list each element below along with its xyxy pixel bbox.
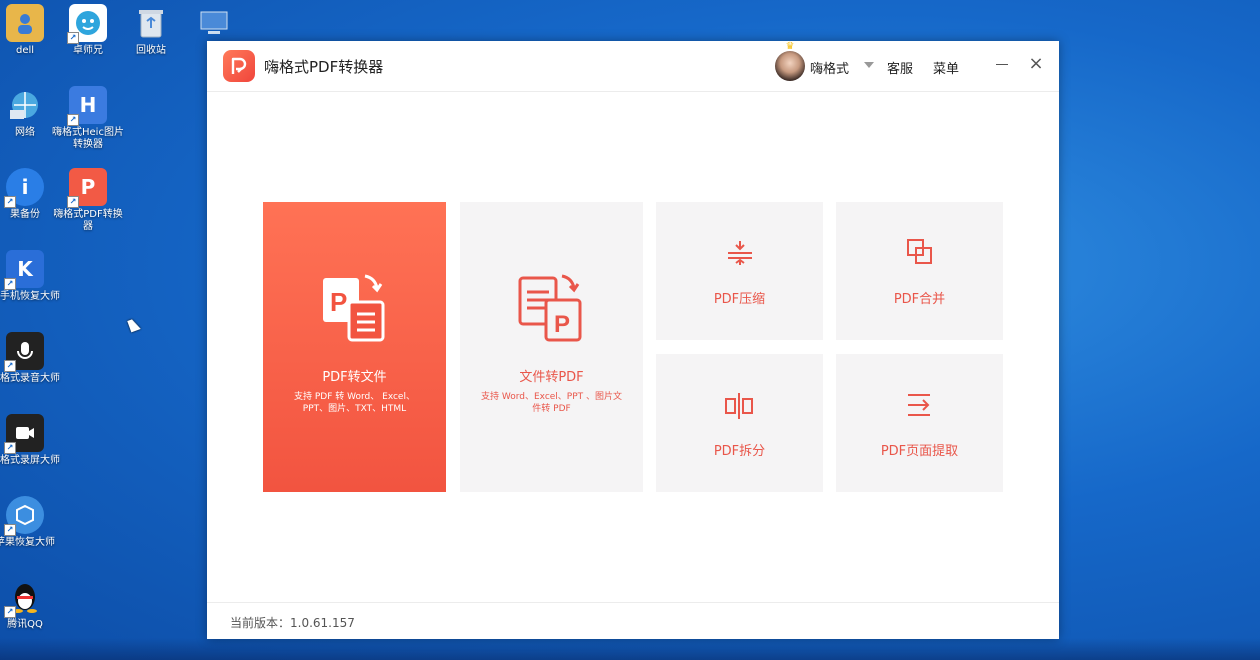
- username[interactable]: 嗨格式: [810, 58, 849, 77]
- info-shield-icon: i ↗: [4, 168, 44, 208]
- folder-icon: [6, 4, 44, 42]
- tile-description: 支持 PDF 转 Word、 Excel、PPT、图片、TXT、HTML: [294, 392, 415, 414]
- desktop-icon-label: 嗨格式录音大师: [0, 373, 60, 384]
- version-label: 当前版本：1.0.61.157: [230, 616, 355, 630]
- tile-pdf-merge[interactable]: PDF合并: [836, 202, 1003, 340]
- desktop-icon-phone-recovery[interactable]: K ↗ 心手机恢复大师: [0, 250, 63, 303]
- tile-pdf-compress[interactable]: PDF压缩: [656, 202, 823, 340]
- main-content: P PDF转文件 支持 PDF 转 Word、 Excel、PPT、图片、TXT…: [207, 92, 1059, 602]
- file-to-pdf-icon: P: [518, 274, 586, 348]
- desktop-icon-label: 腾讯QQ: [7, 619, 43, 630]
- status-footer: 当前版本：1.0.61.157: [207, 602, 1059, 639]
- app-title: 嗨格式PDF转换器: [264, 58, 384, 76]
- user-avatar[interactable]: [775, 51, 805, 81]
- customer-service-button[interactable]: 客服: [887, 58, 913, 77]
- k-app-icon: K ↗: [4, 250, 44, 290]
- desktop-icon-pdf-converter[interactable]: P ↗ 嗨格式PDF转换器: [50, 168, 126, 233]
- desktop-icon-label: 嗨格式录屏大师: [0, 455, 60, 466]
- tile-title: PDF合并: [893, 292, 946, 307]
- pdf-to-file-icon: P: [321, 274, 389, 348]
- penguin-icon: ↗: [4, 578, 44, 618]
- svg-text:P: P: [330, 287, 347, 317]
- tile-title: PDF压缩: [713, 292, 766, 307]
- tile-pdf-to-file[interactable]: P PDF转文件 支持 PDF 转 Word、 Excel、PPT、图片、TXT…: [263, 202, 446, 492]
- chevron-down-icon[interactable]: [864, 62, 874, 68]
- close-button[interactable]: ×: [1027, 55, 1045, 73]
- desktop-icon-label: 心手机恢复大师: [0, 291, 60, 302]
- desktop-icon-heic-converter[interactable]: H ↗ 嗨格式Heic图片转换器: [50, 86, 126, 151]
- title-bar[interactable]: 嗨格式PDF转换器 ♛ 嗨格式 客服 菜单 ×: [207, 41, 1059, 92]
- menu-button[interactable]: 菜单: [933, 58, 959, 77]
- tile-description: 支持 Word、Excel、PPT 、图片文件转 PDF: [480, 392, 623, 414]
- tile-title: PDF拆分: [713, 444, 766, 459]
- app-logo-icon: [223, 50, 255, 82]
- tile-title: PDF页面提取: [880, 444, 959, 459]
- microphone-icon: ↗: [4, 332, 44, 372]
- crown-icon: ♛: [785, 41, 795, 52]
- desktop-icon-qq[interactable]: ↗ 腾讯QQ: [0, 578, 63, 631]
- mascot-icon: ↗: [67, 4, 107, 44]
- desktop-icon-apple-recovery[interactable]: ↗ 苹果恢复大师: [0, 496, 63, 549]
- compress-icon: [726, 240, 754, 270]
- desktop-icon-audio-recorder[interactable]: ↗ 嗨格式录音大师: [0, 332, 63, 385]
- extract-icon: [906, 392, 934, 422]
- heic-app-icon: H ↗: [67, 86, 107, 126]
- pdf-converter-window: 嗨格式PDF转换器 ♛ 嗨格式 客服 菜单 × P PDF转文件 支持 PDF …: [207, 41, 1059, 639]
- tile-title: 文件转PDF: [519, 370, 584, 385]
- camera-icon: ↗: [4, 414, 44, 454]
- network-icon: [6, 86, 44, 124]
- recycle-bin-icon: [132, 4, 170, 42]
- tile-pdf-split[interactable]: PDF拆分: [656, 354, 823, 492]
- taskbar: [0, 638, 1260, 660]
- cube-icon: ↗: [4, 496, 44, 536]
- minimize-button[interactable]: [996, 64, 1008, 65]
- tile-pdf-extract[interactable]: PDF页面提取: [836, 354, 1003, 492]
- split-icon: [724, 392, 754, 424]
- tile-file-to-pdf[interactable]: P 文件转PDF 支持 Word、Excel、PPT 、图片文件转 PDF: [460, 202, 643, 492]
- pdf-app-icon: P ↗: [67, 168, 107, 208]
- computer-icon: [195, 4, 233, 42]
- tile-title: PDF转文件: [322, 370, 387, 385]
- desktop-icon-label: 嗨格式Heic图片转换器: [52, 127, 124, 150]
- svg-text:P: P: [554, 311, 570, 338]
- desktop-icon-label: 苹果恢复大师: [0, 537, 55, 548]
- desktop-icon-label: 嗨格式PDF转换器: [53, 209, 123, 232]
- desktop-icon-screen-recorder[interactable]: ↗ 嗨格式录屏大师: [0, 414, 63, 467]
- mouse-cursor-icon: [127, 317, 141, 333]
- merge-icon: [906, 238, 934, 270]
